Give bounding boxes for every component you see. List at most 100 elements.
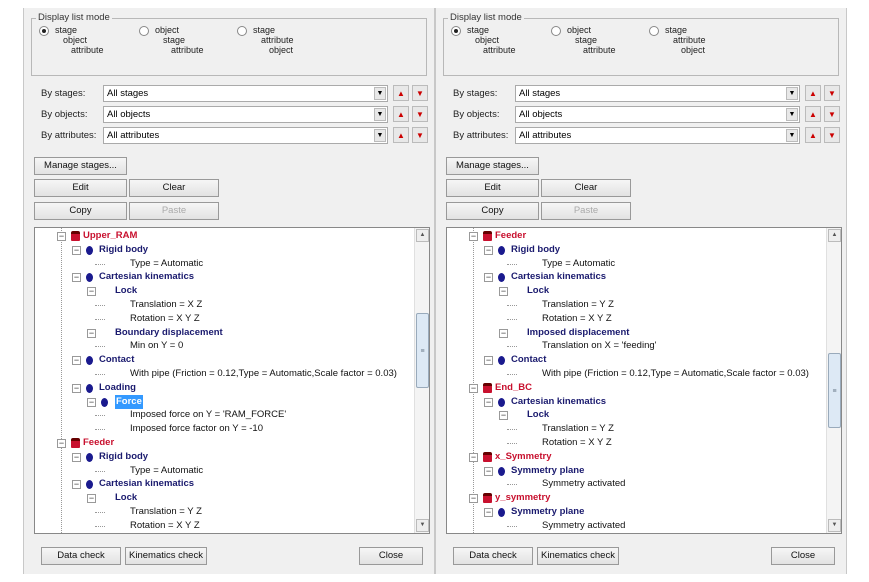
scrollbar-thumb[interactable]: ≡	[828, 353, 841, 428]
tree-item[interactable]: − Imposed displacement	[447, 326, 827, 340]
filter-combo[interactable]: All attributes ▼	[515, 127, 800, 144]
tree-item[interactable]: − Force	[35, 394, 415, 409]
tree-item[interactable]: Translation on X = 'feeding'	[447, 339, 827, 353]
tree-item[interactable]: − Cartesian kinematics	[447, 270, 827, 284]
tree-item[interactable]: Symmetry activated	[447, 519, 827, 533]
radio-option-2[interactable]: stage attribute object	[649, 25, 739, 65]
radio-option-2[interactable]: stage attribute object	[237, 25, 327, 65]
move-down-button[interactable]: ▼	[412, 106, 428, 122]
tree-item[interactable]: − Contact	[447, 353, 827, 367]
filter-combo[interactable]: All objects ▼	[103, 106, 388, 123]
radio-button[interactable]	[139, 26, 149, 36]
tree-item[interactable]: With pipe (Friction = 0.12,Type = Automa…	[447, 367, 827, 381]
move-down-button[interactable]: ▼	[412, 85, 428, 101]
tree-item[interactable]: − Lock	[447, 284, 827, 298]
tree-item[interactable]: − Rigid body	[35, 450, 415, 464]
tree-item[interactable]: − Cartesian kinematics	[447, 395, 827, 409]
dropdown-arrow-icon[interactable]: ▼	[374, 129, 386, 142]
scroll-up-icon[interactable]: ▲	[828, 229, 841, 242]
collapse-icon[interactable]: −	[499, 328, 508, 338]
kinematics-check-button[interactable]: Kinematics check	[125, 547, 207, 565]
tree-item[interactable]: − Feeder	[35, 436, 415, 450]
tree-item[interactable]: Imposed force factor on Y = -10	[35, 422, 415, 436]
collapse-icon[interactable]: −	[499, 411, 508, 421]
tree-item[interactable]: Symmetry activated	[447, 477, 827, 491]
collapse-icon[interactable]: −	[57, 439, 66, 448]
stage-tree[interactable]: − Upper_RAM − Rigid body Type = Automatic − Ca…	[34, 227, 430, 534]
filter-combo[interactable]: All objects ▼	[515, 106, 800, 123]
tree-item[interactable]: Imposed force on Y = 'RAM_FORCE'	[35, 408, 415, 422]
tree-item[interactable]: − Lock	[35, 284, 415, 298]
tree-item[interactable]: Translation = Y Z	[447, 422, 827, 436]
tree-scrollbar[interactable]: ▲ ▼ ≡	[414, 228, 429, 533]
dropdown-arrow-icon[interactable]: ▼	[374, 108, 386, 121]
tree-item[interactable]: − Symmetry plane	[447, 505, 827, 519]
tree-item[interactable]: Translation = X Z	[35, 298, 415, 312]
tree-item[interactable]: − Cartesian kinematics	[35, 477, 415, 491]
data-check-button[interactable]: Data check	[41, 547, 121, 565]
collapse-icon[interactable]: −	[484, 508, 493, 517]
clear-button[interactable]: Clear	[129, 179, 219, 197]
collapse-icon[interactable]: −	[87, 397, 96, 407]
dropdown-arrow-icon[interactable]: ▼	[786, 129, 798, 142]
tree-item[interactable]: − Upper_RAM	[35, 229, 415, 243]
collapse-icon[interactable]: −	[72, 245, 81, 255]
collapse-icon[interactable]: −	[484, 397, 493, 407]
collapse-icon[interactable]: −	[87, 494, 96, 504]
edit-button[interactable]: Edit	[446, 179, 539, 197]
tree-item[interactable]: Rotation = X Y Z	[447, 436, 827, 450]
collapse-icon[interactable]: −	[484, 356, 493, 366]
move-down-button[interactable]: ▼	[824, 106, 840, 122]
tree-item[interactable]: − Feeder	[447, 229, 827, 243]
filter-combo[interactable]: All attributes ▼	[103, 127, 388, 144]
collapse-icon[interactable]: −	[72, 452, 81, 462]
edit-button[interactable]: Edit	[34, 179, 127, 197]
tree-item[interactable]: Rotation = X Y Z	[35, 312, 415, 326]
tree-item[interactable]: − x_Symmetry	[447, 450, 827, 464]
scrollbar-thumb[interactable]: ≡	[416, 313, 429, 388]
tree-item[interactable]: Translation = Y Z	[35, 505, 415, 519]
stage-tree[interactable]: − Feeder − Rigid body Type = Automatic − Carte…	[446, 227, 842, 534]
radio-button[interactable]	[551, 26, 561, 36]
tree-item[interactable]: − y_symmetry	[447, 491, 827, 505]
collapse-icon[interactable]: −	[484, 245, 493, 255]
collapse-icon[interactable]: −	[484, 466, 493, 476]
manage-stages-button[interactable]: Manage stages...	[34, 157, 127, 175]
collapse-icon[interactable]: −	[72, 356, 81, 366]
collapse-icon[interactable]: −	[72, 383, 81, 393]
move-up-button[interactable]: ▲	[805, 85, 821, 101]
radio-option-0[interactable]: stage object attribute	[451, 25, 541, 65]
collapse-icon[interactable]: −	[57, 232, 66, 241]
tree-item[interactable]: Min on Y = 0	[35, 339, 415, 353]
collapse-icon[interactable]: −	[469, 452, 478, 462]
scroll-up-icon[interactable]: ▲	[416, 229, 429, 242]
scroll-down-icon[interactable]: ▼	[416, 519, 429, 532]
tree-item[interactable]: With pipe (Friction = 0.12,Type = Automa…	[35, 367, 415, 381]
collapse-icon[interactable]: −	[87, 287, 96, 297]
radio-option-1[interactable]: object stage attribute	[139, 25, 229, 65]
close-button[interactable]: Close	[771, 547, 835, 565]
tree-item[interactable]: − End_BC	[447, 381, 827, 395]
tree-item[interactable]: − Cartesian kinematics	[35, 270, 415, 284]
radio-button[interactable]	[649, 26, 659, 36]
tree-item[interactable]: − Symmetry plane	[447, 464, 827, 478]
tree-item[interactable]: Type = Automatic	[35, 464, 415, 478]
manage-stages-button[interactable]: Manage stages...	[446, 157, 539, 175]
tree-item[interactable]: − Rigid body	[35, 243, 415, 257]
tree-item[interactable]: − Rigid body	[447, 243, 827, 257]
move-up-button[interactable]: ▲	[393, 127, 409, 143]
move-up-button[interactable]: ▲	[393, 106, 409, 122]
move-down-button[interactable]: ▼	[824, 127, 840, 143]
dropdown-arrow-icon[interactable]: ▼	[786, 108, 798, 121]
tree-item[interactable]: Rotation = X Y Z	[447, 312, 827, 326]
tree-scrollbar[interactable]: ▲ ▼ ≡	[826, 228, 841, 533]
dropdown-arrow-icon[interactable]: ▼	[374, 87, 386, 100]
collapse-icon[interactable]: −	[484, 273, 493, 283]
scroll-down-icon[interactable]: ▼	[828, 519, 841, 532]
tree-item[interactable]: Type = Automatic	[35, 257, 415, 271]
clear-button[interactable]: Clear	[541, 179, 631, 197]
radio-button[interactable]	[237, 26, 247, 36]
data-check-button[interactable]: Data check	[453, 547, 533, 565]
radio-button[interactable]	[451, 26, 461, 36]
tree-item[interactable]: − Lock	[35, 491, 415, 505]
